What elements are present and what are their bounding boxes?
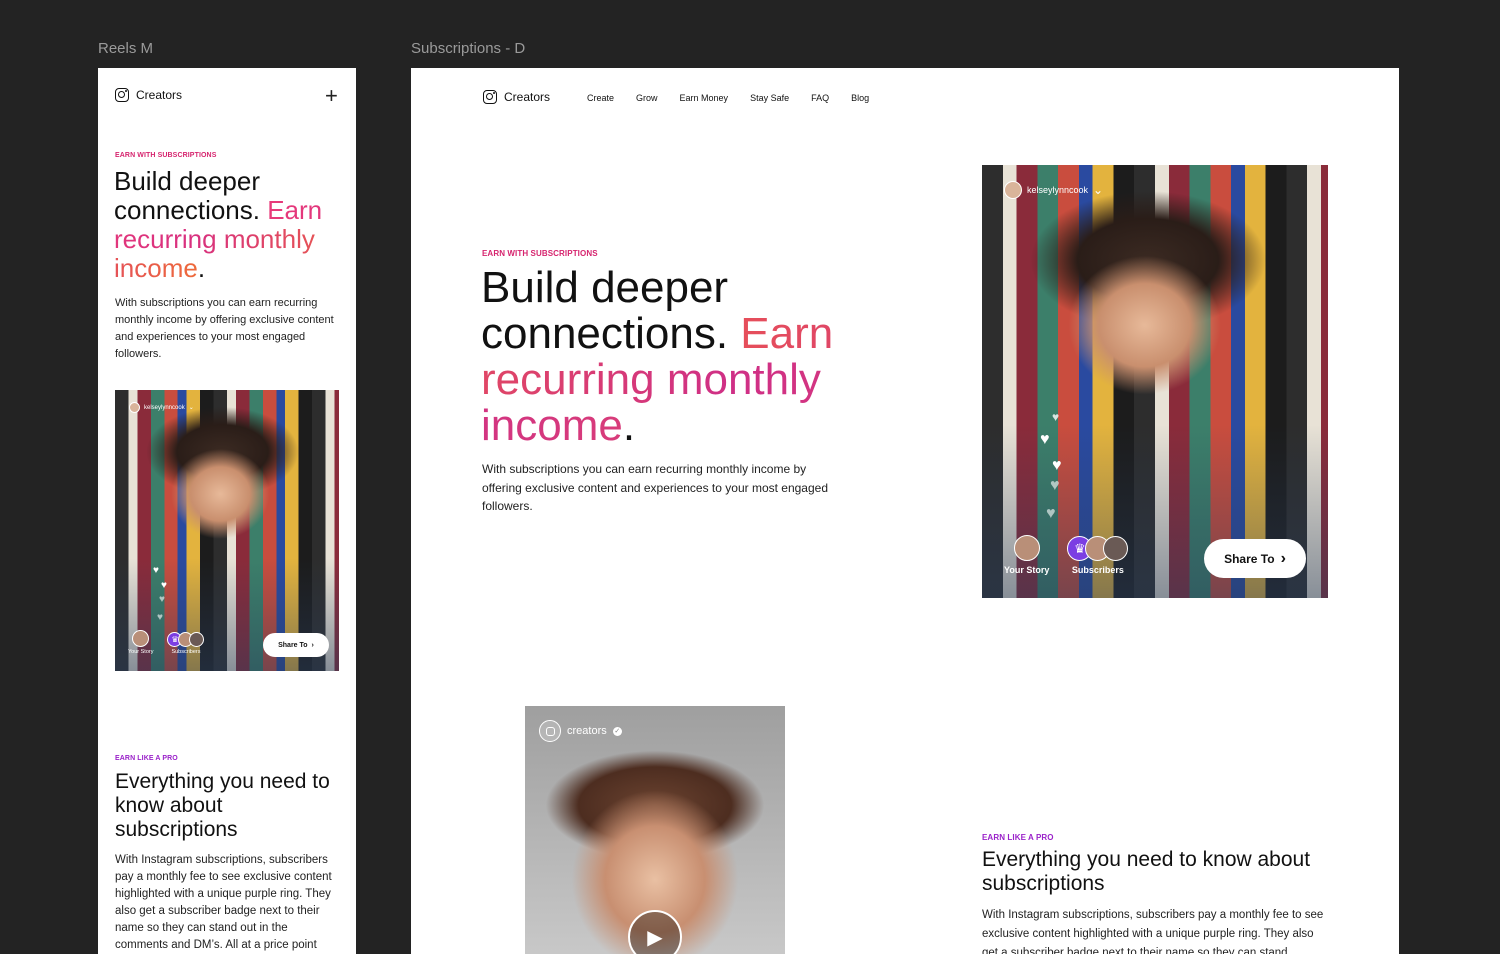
top-nav: Create Grow Earn Money Stay Safe FAQ Blo…: [587, 93, 869, 103]
video-preview[interactable]: creators ✓ ▶: [525, 706, 785, 954]
hero-eyebrow: EARN WITH SUBSCRIPTIONS: [115, 152, 217, 159]
section2-body: With Instagram subscriptions, subscriber…: [982, 909, 1324, 954]
mobile-artboard: Creators + EARN WITH SUBSCRIPTIONS Build…: [98, 68, 356, 954]
instagram-icon: [115, 88, 129, 102]
hero-body: With subscriptions you can earn recurrin…: [115, 297, 334, 360]
share-label: Share To: [278, 641, 308, 649]
nav-item-earn-money[interactable]: Earn Money: [680, 93, 729, 103]
heart-icon: ♥: [153, 565, 159, 576]
plus-icon[interactable]: +: [325, 85, 338, 107]
subscribers-label: Subscribers: [171, 649, 201, 655]
story-actions: Your Story ♛ Subscribers: [128, 630, 205, 655]
headline-plain: Build deeper connections.: [114, 166, 260, 225]
your-story-avatar: [132, 630, 150, 647]
hero-headline: Build deeper connections. Earn recurring…: [481, 265, 841, 449]
story-preview: kelseylynncook ⌄ ♥ ♥ ♥ ♥ Your Story ♛ Su…: [115, 390, 339, 671]
your-story-label: Your Story: [128, 649, 154, 655]
heart-icon: ♥: [159, 594, 165, 605]
hero-body: With subscriptions you can earn recurrin…: [482, 462, 828, 513]
your-story[interactable]: Your Story: [1004, 535, 1049, 575]
account-avatar: [539, 720, 561, 742]
avatar: [1103, 536, 1129, 561]
headline-end: .: [622, 401, 636, 450]
chevron-right-icon: ›: [311, 641, 314, 649]
story-actions: Your Story ♛ Subscribers: [1004, 535, 1129, 575]
section2-eyebrow: EARN LIKE A PRO: [982, 833, 1054, 842]
chevron-right-icon: ›: [1280, 549, 1286, 567]
avatar: [1004, 181, 1022, 199]
heart-icon: ♥: [1050, 477, 1060, 494]
your-story-label: Your Story: [1004, 565, 1050, 575]
section2-title: Everything you need to know about subscr…: [115, 770, 330, 841]
share-to-button[interactable]: Share To ›: [263, 633, 329, 657]
verified-icon: ✓: [612, 726, 622, 736]
section2-title: Everything you need to know about subscr…: [982, 848, 1311, 895]
subscribers[interactable]: ♛ Subscribers: [167, 632, 205, 655]
headline-plain: Build deeper connections.: [481, 263, 729, 358]
frame-label-desktop: Subscriptions - D: [411, 40, 526, 57]
nav-item-create[interactable]: Create: [587, 93, 614, 103]
chevron-down-icon: ⌄: [188, 405, 194, 411]
avatar: [189, 632, 205, 647]
video-account-name: creators: [567, 725, 607, 737]
avatar: [129, 402, 140, 413]
nav-item-blog[interactable]: Blog: [851, 93, 869, 103]
desktop-artboard: Creators Create Grow Earn Money Stay Saf…: [411, 68, 1399, 954]
brand-logo[interactable]: Creators: [115, 88, 182, 102]
chevron-down-icon: ⌄: [1093, 183, 1104, 197]
heart-icon: ♥: [161, 580, 167, 591]
section2-body: With Instagram subscriptions, subscriber…: [115, 854, 332, 951]
hero-headline: Build deeper connections. Earn recurring…: [114, 167, 344, 283]
story-preview: kelseylynncook ⌄ ♥ ♥ ♥ ♥ ♥ Your Story ♛ …: [982, 165, 1328, 598]
share-label: Share To: [1224, 551, 1275, 566]
story-user: kelseylynncook ⌄: [1004, 181, 1103, 199]
nav-item-grow[interactable]: Grow: [636, 93, 658, 103]
subscriber-avatars: ♛: [167, 632, 205, 647]
nav-item-faq[interactable]: FAQ: [811, 93, 829, 103]
subscribers-label: Subscribers: [1071, 565, 1124, 575]
video-account: creators ✓: [539, 720, 622, 742]
story-user: kelseylynncook ⌄: [129, 402, 194, 413]
heart-icon: ♥: [1040, 431, 1050, 448]
frame-label-mobile: Reels M: [98, 40, 154, 57]
heart-icon: ♥: [1052, 410, 1060, 424]
story-username: kelseylynncook: [144, 404, 185, 411]
heart-icon: ♥: [1052, 457, 1062, 474]
play-button[interactable]: ▶: [628, 910, 682, 954]
brand-logo[interactable]: Creators: [483, 90, 550, 104]
share-to-button[interactable]: Share To ›: [1204, 539, 1306, 578]
headline-end: .: [197, 253, 206, 283]
hero-eyebrow: EARN WITH SUBSCRIPTIONS: [482, 249, 598, 258]
your-story[interactable]: Your Story: [128, 630, 153, 655]
instagram-icon: [483, 90, 497, 104]
subscriber-avatars: ♛: [1067, 536, 1129, 561]
section2-eyebrow: EARN LIKE A PRO: [115, 755, 178, 762]
heart-icon: ♥: [1046, 505, 1056, 522]
nav-item-stay-safe[interactable]: Stay Safe: [750, 93, 789, 103]
brand-name: Creators: [504, 90, 551, 104]
heart-icon: ♥: [157, 612, 163, 623]
story-username: kelseylynncook: [1027, 185, 1089, 195]
your-story-avatar: [1013, 535, 1040, 561]
subscribers[interactable]: ♛ Subscribers: [1067, 536, 1129, 575]
play-icon: ▶: [647, 926, 663, 949]
brand-name: Creators: [136, 88, 183, 102]
instagram-icon: [545, 726, 555, 736]
